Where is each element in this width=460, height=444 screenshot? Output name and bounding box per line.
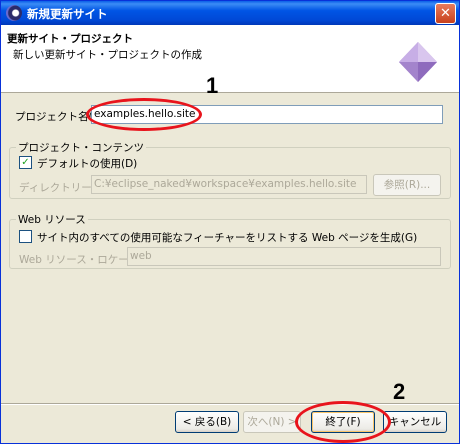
annotation-marker-2: 2: [393, 379, 406, 404]
title-bar[interactable]: 新規更新サイト ✕: [1, 1, 459, 25]
use-default-label: デフォルトの使用(D): [37, 158, 138, 170]
annotation-marker-1: 1: [206, 73, 219, 98]
close-button[interactable]: ✕: [435, 3, 456, 24]
annotation-oval-2: [295, 401, 391, 443]
page-description: 新しい更新サイト・プロジェクトの作成: [13, 49, 202, 61]
web-resources-group-title: Web リソース: [16, 212, 88, 227]
generate-web-page-checkbox[interactable]: [19, 230, 32, 243]
generate-web-page-label: サイト内のすべての使用可能なフィーチャーをリストする Web ページを生成(G): [37, 232, 418, 244]
button-bar-separator: [1, 403, 459, 405]
directory-input[interactable]: C:¥eclipse_naked¥workspace¥examples.hell…: [91, 175, 367, 194]
project-contents-group-title: プロジェクト・コンテンツ: [16, 140, 146, 155]
next-button[interactable]: 次へ(N) >: [243, 411, 301, 433]
use-default-checkbox[interactable]: ✓: [19, 156, 32, 169]
eclipse-icon: [6, 5, 22, 21]
cancel-button[interactable]: キャンセル: [383, 411, 447, 433]
browse-button[interactable]: 参照(R)...: [373, 174, 441, 196]
page-title: 更新サイト・プロジェクト: [7, 33, 133, 45]
wizard-banner: 更新サイト・プロジェクト 新しい更新サイト・プロジェクトの作成: [1, 25, 459, 93]
annotation-oval-1: [86, 98, 202, 131]
back-button[interactable]: < 戻る(B): [175, 411, 239, 433]
window-title: 新規更新サイト: [27, 7, 108, 21]
wizard-dialog: 新規更新サイト ✕ 更新サイト・プロジェクト 新しい更新サイト・プロジェクトの作…: [0, 0, 460, 444]
web-location-input[interactable]: web: [127, 247, 441, 266]
wizard-diamond-icon: [399, 42, 437, 82]
